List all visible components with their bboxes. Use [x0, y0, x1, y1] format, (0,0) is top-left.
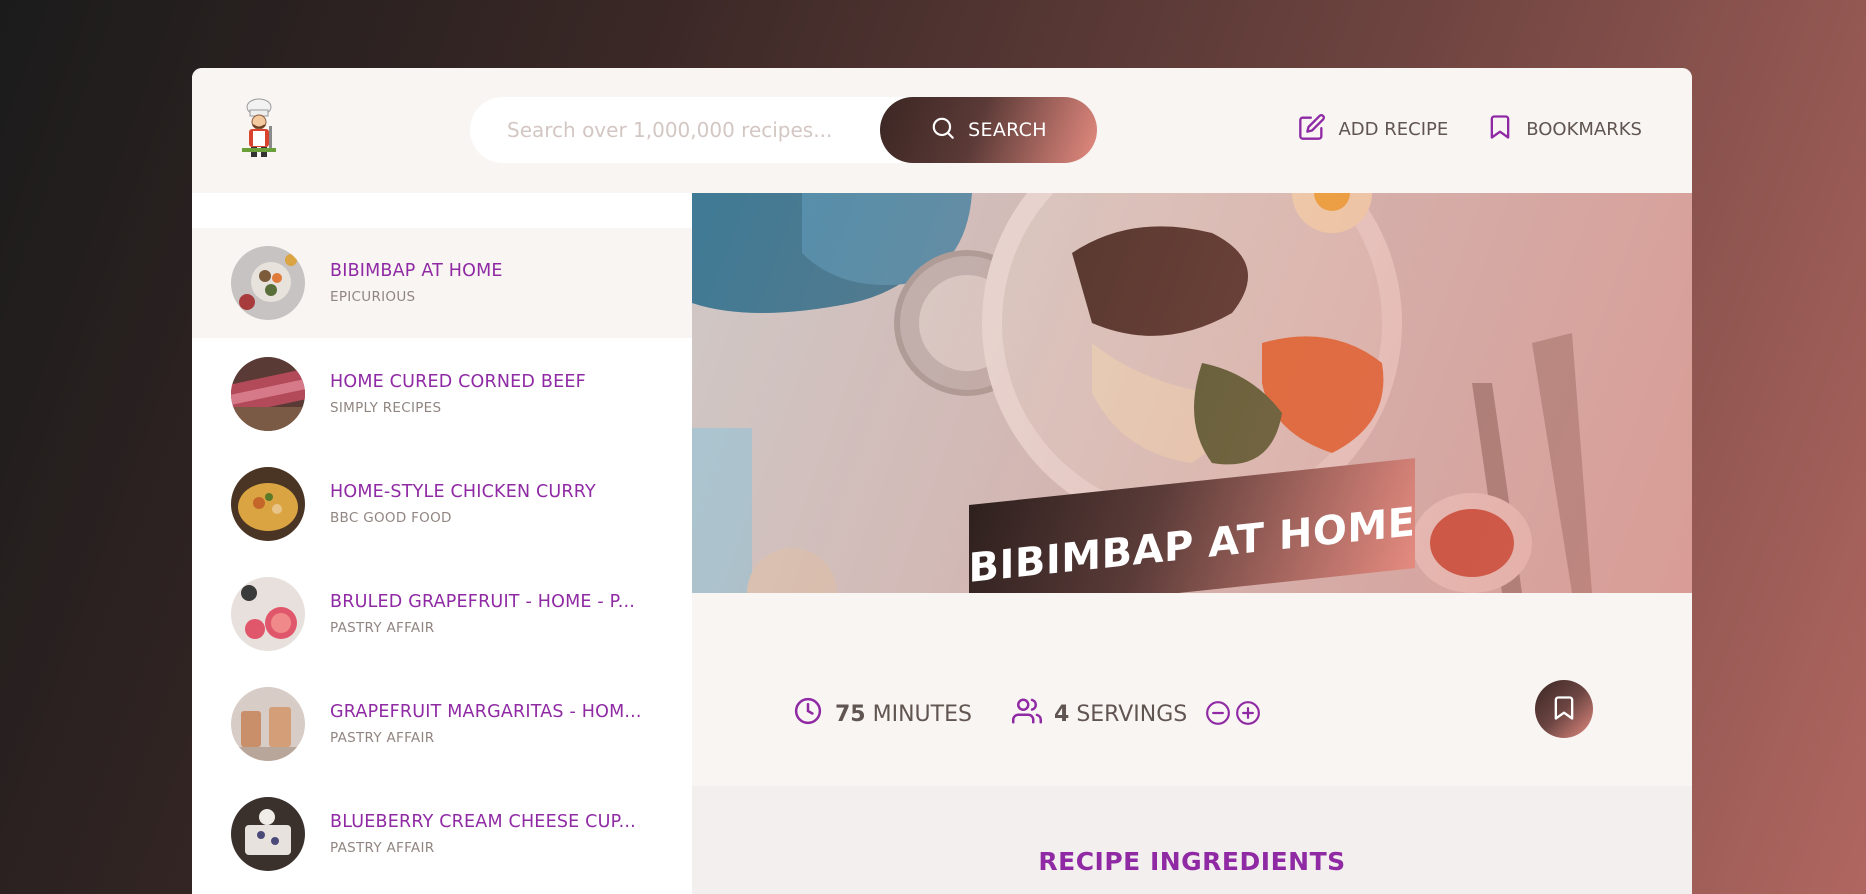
search-input[interactable] — [470, 97, 880, 163]
search-result-item[interactable]: HOME-STYLE CHICKEN CURRY BBC GOOD FOOD — [192, 449, 692, 559]
result-text: HOME CURED CORNED BEEF SIMPLY RECIPES — [330, 372, 670, 416]
result-title: BLUEBERRY CREAM CHEESE CUP... — [330, 812, 636, 832]
search-result-item[interactable]: GRAPEFRUIT MARGARITAS - HOM... PASTRY AF… — [192, 669, 692, 779]
search-form: SEARCH — [470, 97, 1097, 163]
search-result-item[interactable]: BLUEBERRY CREAM CHEESE CUP... PASTRY AFF… — [192, 779, 692, 889]
result-title: HOME CURED CORNED BEEF — [330, 372, 586, 392]
result-text: BRULED GRAPEFRUIT - HOME - P... PASTRY A… — [330, 592, 670, 636]
top-nav: ADD RECIPE BOOKMARKS — [1298, 113, 1642, 146]
app-container: SEARCH ADD RECIPE BOOKMARK — [192, 68, 1692, 894]
recipe-details: 75 MINUTES 4 SERVINGS — [692, 593, 1692, 786]
bookmarks-button[interactable]: BOOKMARKS — [1486, 113, 1642, 146]
bookmark-icon — [1486, 113, 1514, 146]
result-title: BRULED GRAPEFRUIT - HOME - P... — [330, 592, 635, 612]
cooking-minutes: 75 — [835, 701, 866, 727]
recipe-ingredients: RECIPE INGREDIENTS — [692, 786, 1692, 894]
servings-label: SERVINGS — [1076, 701, 1188, 727]
add-recipe-button[interactable]: ADD RECIPE — [1298, 113, 1448, 146]
search-result-item[interactable]: BRULED GRAPEFRUIT - HOME - P... PASTRY A… — [192, 559, 692, 669]
minutes-label: MINUTES — [872, 701, 972, 727]
recipe-thumbnail — [231, 577, 305, 651]
recipe-thumbnail — [231, 467, 305, 541]
recipe-thumbnail — [231, 797, 305, 871]
search-button-label: SEARCH — [968, 119, 1047, 141]
chef-logo[interactable] — [234, 98, 284, 160]
result-publisher: PASTRY AFFAIR — [330, 730, 435, 746]
search-icon — [930, 115, 956, 146]
bookmark-icon — [1550, 694, 1578, 725]
search-button[interactable]: SEARCH — [880, 97, 1097, 163]
users-icon — [1012, 696, 1042, 732]
servings-count: 4 — [1054, 701, 1070, 727]
result-title: HOME-STYLE CHICKEN CURRY — [330, 482, 596, 502]
search-result-item[interactable]: BIBIMBAP AT HOME EPICURIOUS — [192, 228, 692, 338]
recipe-thumbnail — [231, 357, 305, 431]
result-text: BLUEBERRY CREAM CHEESE CUP... PASTRY AFF… — [330, 812, 670, 856]
result-text: GRAPEFRUIT MARGARITAS - HOM... PASTRY AF… — [330, 702, 670, 746]
add-recipe-label: ADD RECIPE — [1338, 119, 1449, 140]
result-title: BIBIMBAP AT HOME — [330, 261, 503, 281]
result-publisher: BBC GOOD FOOD — [330, 510, 452, 526]
header: SEARCH ADD RECIPE BOOKMARK — [192, 68, 1692, 193]
cooking-time: 75 MINUTES — [793, 696, 972, 732]
minus-circle-icon — [1205, 700, 1231, 729]
search-results: BIBIMBAP AT HOME EPICURIOUS HOME CURED C… — [192, 193, 692, 894]
increase-servings-button[interactable] — [1235, 700, 1261, 729]
decrease-servings-button[interactable] — [1205, 700, 1231, 729]
result-title: GRAPEFRUIT MARGARITAS - HOM... — [330, 702, 642, 722]
result-text: BIBIMBAP AT HOME EPICURIOUS — [330, 261, 670, 305]
servings: 4 SERVINGS — [1012, 696, 1261, 732]
search-result-item[interactable]: HOME CURED CORNED BEEF SIMPLY RECIPES — [192, 339, 692, 449]
plus-circle-icon — [1235, 700, 1261, 729]
ingredients-heading: RECIPE INGREDIENTS — [1038, 847, 1346, 876]
edit-icon — [1298, 113, 1326, 146]
bookmark-recipe-button[interactable] — [1535, 680, 1593, 738]
result-publisher: PASTRY AFFAIR — [330, 620, 435, 636]
result-text: HOME-STYLE CHICKEN CURRY BBC GOOD FOOD — [330, 482, 670, 526]
recipe-thumbnail — [231, 687, 305, 761]
result-publisher: PASTRY AFFAIR — [330, 840, 435, 856]
clock-icon — [793, 696, 823, 732]
recipe-thumbnail — [231, 246, 305, 320]
bookmarks-label: BOOKMARKS — [1526, 119, 1642, 140]
result-publisher: EPICURIOUS — [330, 289, 416, 305]
result-publisher: SIMPLY RECIPES — [330, 400, 442, 416]
